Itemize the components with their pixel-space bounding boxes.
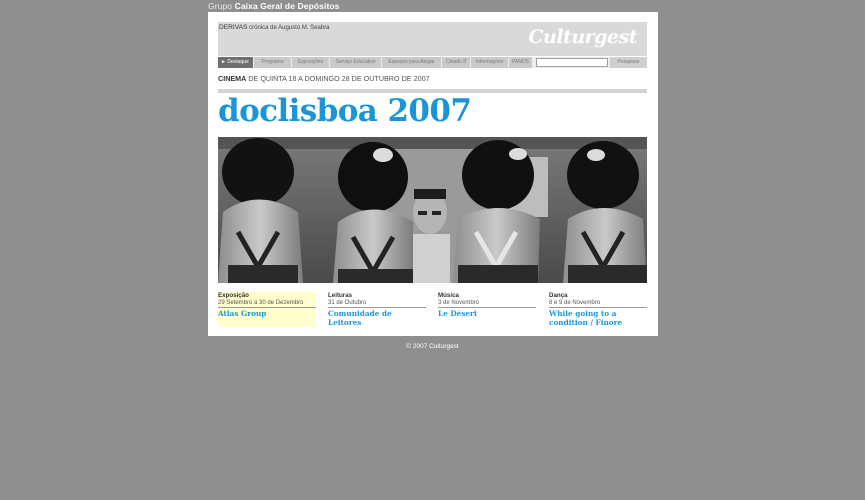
event-card-date: 31 de Outubro [328,300,426,308]
nav-item-destaque[interactable]: ► Destaque [218,57,254,68]
event-card-link[interactable]: Atlas Group [218,309,316,318]
event-card-atlas-group[interactable]: Exposição 29 Setembro a 30 de Dezembro A… [218,292,316,327]
nav-item-programa[interactable]: Programa [254,57,292,68]
event-card-link[interactable]: Le Désert [438,309,536,318]
derivas-link[interactable]: DERIVAS crónica de Augusto M. Seabra [219,24,330,31]
event-card-date: 8 e 9 de Novembro [549,300,647,308]
event-card-category: Leituras [328,292,353,299]
event-dates-line: CINEMA DE QUINTA 18 A DOMINGO 28 DE OUTU… [218,74,430,83]
nav-item-exposicoes[interactable]: Exposições [292,57,330,68]
nav-item-label: Destaque [227,59,249,65]
event-card-category: Dança [549,292,568,299]
nav-item-servico-educativo[interactable]: Serviço Educativo [330,57,382,68]
group-name[interactable]: Caixa Geral de Depósitos [235,1,340,11]
event-card-date: 29 Setembro a 30 de Dezembro [218,300,316,308]
event-card-le-desert[interactable]: Música 3 de Novembro Le Désert [438,292,536,327]
group-header: Grupo Caixa Geral de Depósitos [208,1,340,11]
event-card-category: Música [438,292,459,299]
event-category: CINEMA [218,74,247,83]
page-container: DERIVAS crónica de Augusto M. Seabra Cul… [208,12,658,336]
main-nav: ► Destaque Programa Exposições Serviço E… [218,57,647,68]
event-dates: DE QUINTA 18 A DOMINGO 28 DE OUTUBRO DE … [248,74,430,83]
group-prefix: Grupo [208,1,233,11]
hero-photo[interactable] [218,137,647,283]
derivas-text: crónica de Augusto M. Seabra [249,25,330,31]
events-row: Exposição 29 Setembro a 30 de Dezembro A… [218,292,647,328]
arrow-right-icon: ► [221,59,226,65]
derivas-label: DERIVAS [219,24,248,31]
nav-item-panos[interactable]: PANOS [509,57,533,68]
search-input[interactable] [536,58,608,67]
search-button[interactable]: Pesquisar [610,57,647,68]
nav-item-espacos[interactable]: Espaços para Alugar [382,57,442,68]
event-card-category: Exposição [218,292,249,299]
event-card-link[interactable]: Comunidade de Leitores [328,309,426,327]
copyright-footer: © 2007 Culturgest [406,343,459,350]
top-banner: DERIVAS crónica de Augusto M. Seabra Cul… [218,22,647,56]
nav-item-chiado[interactable]: Chiado 8 [442,57,471,68]
culturgest-logo[interactable]: Culturgest [528,26,637,48]
hero-image [218,137,647,283]
event-card-link[interactable]: While going to a condition / Finore [549,309,647,327]
event-card-while-going[interactable]: Dança 8 e 9 de Novembro While going to a… [549,292,647,327]
page-title[interactable]: doclisboa 2007 [218,93,472,129]
event-card-comunidade[interactable]: Leituras 31 de Outubro Comunidade de Lei… [328,292,426,327]
event-card-date: 3 de Novembro [438,300,536,308]
nav-item-informacoes[interactable]: Informações [471,57,509,68]
